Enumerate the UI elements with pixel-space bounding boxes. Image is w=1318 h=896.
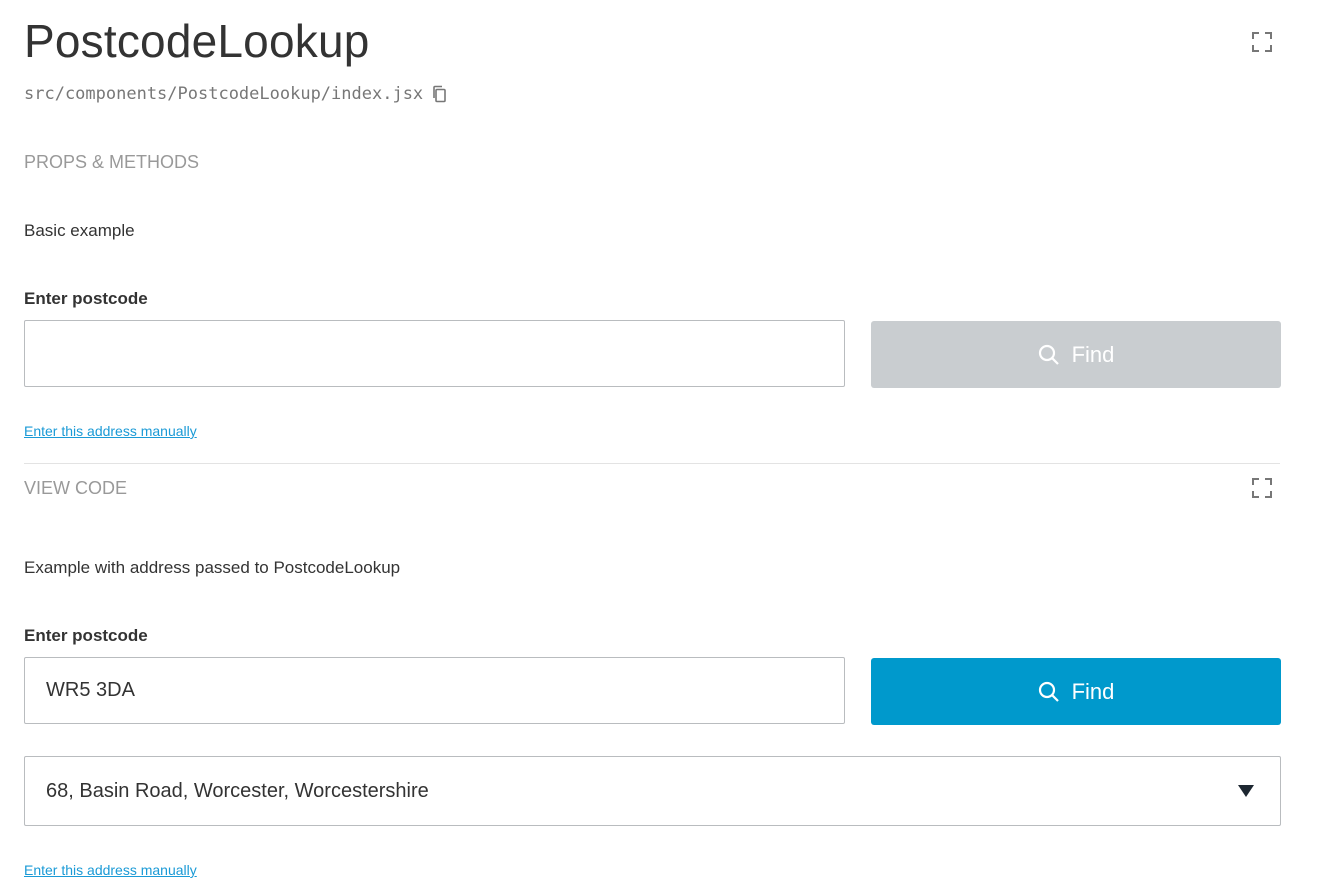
postcode-label: Enter postcode (24, 626, 148, 645)
expand-icon[interactable] (1251, 31, 1273, 53)
postcode-input[interactable]: WR5 3DA (24, 657, 845, 724)
search-icon (1038, 344, 1059, 365)
find-button-label: Find (1071, 678, 1115, 704)
find-button[interactable]: Find (871, 658, 1281, 725)
address-select[interactable]: 68, Basin Road, Worcester, Worcestershir… (24, 756, 1281, 826)
find-button[interactable]: Find (871, 321, 1281, 388)
component-path-text: src/components/PostcodeLookup/index.jsx (24, 84, 424, 104)
props-methods-link[interactable]: PROPS & METHODS (24, 151, 199, 173)
expand-icon[interactable] (1251, 477, 1273, 499)
page-title: PostcodeLookup (24, 15, 370, 67)
divider (24, 463, 1280, 464)
example-description: Basic example (24, 221, 135, 240)
caret-down-icon (1238, 785, 1254, 797)
view-code-link[interactable]: VIEW CODE (24, 477, 127, 499)
enter-address-manually-link[interactable]: Enter this address manually (24, 861, 197, 879)
component-path: src/components/PostcodeLookup/index.jsx (24, 83, 447, 105)
search-icon (1038, 681, 1059, 702)
postcode-input[interactable] (24, 320, 845, 387)
postcode-label: Enter postcode (24, 289, 148, 308)
example-description: Example with address passed to PostcodeL… (24, 558, 401, 577)
enter-address-manually-link[interactable]: Enter this address manually (24, 422, 197, 440)
copy-icon[interactable] (431, 85, 447, 103)
find-button-label: Find (1071, 341, 1115, 367)
selected-address: 68, Basin Road, Worcester, Worcestershir… (46, 779, 429, 802)
